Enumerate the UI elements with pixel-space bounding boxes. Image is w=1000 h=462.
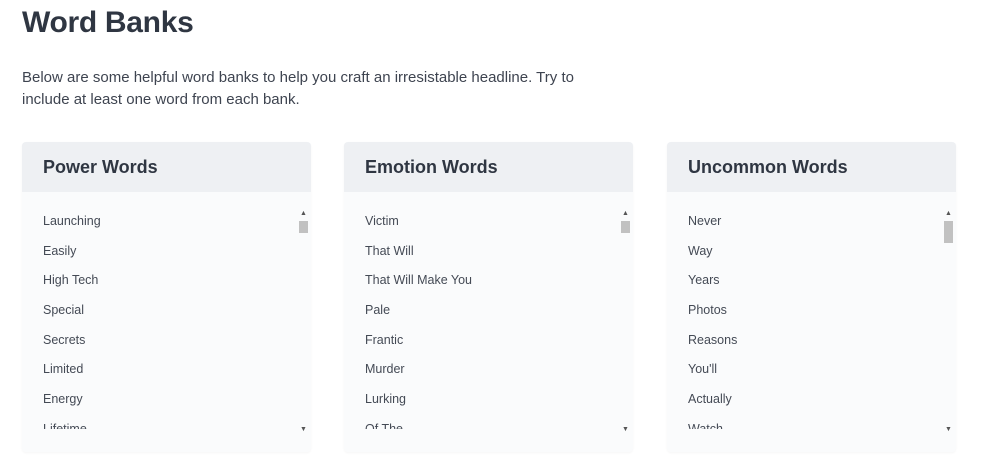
scrollbar-thumb[interactable] xyxy=(944,221,953,243)
card-title-power: Power Words xyxy=(22,142,311,192)
list-item: Murder xyxy=(365,362,405,377)
list-item: Of The xyxy=(365,421,403,429)
list-item: Energy xyxy=(43,392,83,407)
list-item: Reasons xyxy=(688,332,738,347)
list-item: Lifetime xyxy=(43,421,87,429)
page-title: Word Banks xyxy=(22,6,194,39)
scrollbar-thumb[interactable] xyxy=(299,221,308,233)
list-item: Lurking xyxy=(365,392,406,407)
intro-text: Below are some helpful word banks to hel… xyxy=(22,69,574,108)
word-bank-cards: Power Words Launching Easily High Tech S… xyxy=(22,142,962,462)
word-bank-card-power: Power Words Launching Easily High Tech S… xyxy=(22,142,311,452)
scroll-up-arrow-icon[interactable]: ▲ xyxy=(299,209,308,218)
list-item: Photos xyxy=(688,303,727,318)
list-item: Pale xyxy=(365,303,391,318)
card-title-uncommon: Uncommon Words xyxy=(667,142,956,192)
word-list-emotion[interactable]: Victim That Will That Will Make You Pale… xyxy=(344,192,633,452)
card-title-emotion: Emotion Words xyxy=(344,142,633,192)
scroll-down-arrow-icon[interactable]: ▼ xyxy=(621,425,630,434)
list-item: Launching xyxy=(43,214,101,228)
list-item: That Will Make You xyxy=(365,273,472,288)
word-list-scroll-area[interactable]: Victim That Will That Will Make You Pale… xyxy=(344,192,619,429)
scrollbar[interactable]: ▲ ▼ xyxy=(621,209,630,434)
list-item: Victim xyxy=(365,214,399,228)
list-item: You'll xyxy=(688,362,718,377)
list-item: Secrets xyxy=(43,332,86,347)
word-bank-card-emotion: Emotion Words Victim That Will That Will… xyxy=(344,142,633,452)
list-item: Easily xyxy=(43,243,77,258)
scrollbar[interactable]: ▲ ▼ xyxy=(299,209,308,434)
word-bank-card-uncommon: Uncommon Words Never Way Years Photos Re… xyxy=(667,142,956,452)
scrollbar-thumb[interactable] xyxy=(621,221,630,233)
list-item: Years xyxy=(688,273,720,288)
word-list-uncommon[interactable]: Never Way Years Photos Reasons You'll Ac… xyxy=(667,192,956,452)
scroll-down-arrow-icon[interactable]: ▼ xyxy=(299,425,308,434)
scroll-down-arrow-icon[interactable]: ▼ xyxy=(944,425,953,434)
list-item: Way xyxy=(688,243,713,258)
page: Word Banks Below are some helpful word b… xyxy=(0,0,1000,462)
list-item: High Tech xyxy=(43,273,99,288)
word-list-scroll-area[interactable]: Launching Easily High Tech Special Secre… xyxy=(22,192,297,429)
scroll-up-arrow-icon[interactable]: ▲ xyxy=(621,209,630,218)
list-item: Special xyxy=(43,303,84,318)
list-item: Limited xyxy=(43,362,84,377)
list-item: Never xyxy=(688,214,722,228)
scroll-up-arrow-icon[interactable]: ▲ xyxy=(944,209,953,218)
word-list-scroll-area[interactable]: Never Way Years Photos Reasons You'll Ac… xyxy=(667,192,942,429)
scrollbar[interactable]: ▲ ▼ xyxy=(944,209,953,434)
list-item: Actually xyxy=(688,392,732,407)
list-item: That Will xyxy=(365,243,414,258)
word-list-power[interactable]: Launching Easily High Tech Special Secre… xyxy=(22,192,311,452)
list-item: Watch xyxy=(688,421,723,429)
list-item: Frantic xyxy=(365,332,404,347)
